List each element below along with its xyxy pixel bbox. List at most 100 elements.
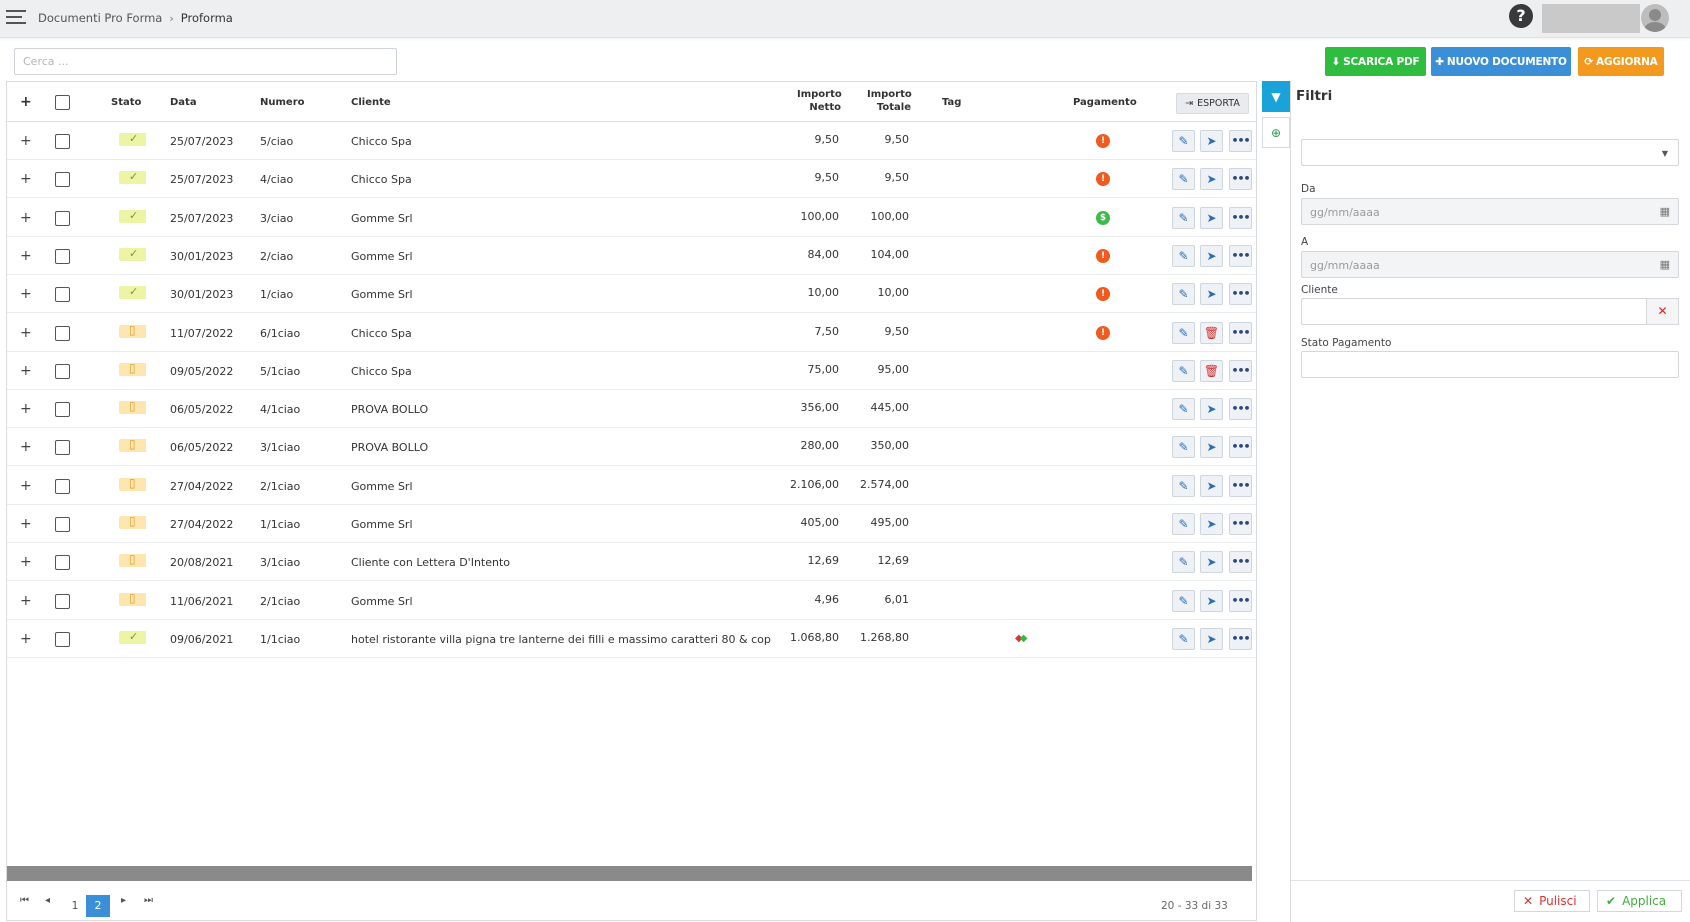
- calendar-icon[interactable]: ▦: [1660, 258, 1670, 271]
- table-row[interactable]: + ▯ 06/05/2022 4/1ciao PROVA BOLLO 356,00 445,…: [7, 390, 1256, 429]
- edit-button[interactable]: ✎: [1172, 627, 1195, 650]
- filter-a-input[interactable]: gg/mm/aaaa ▦: [1301, 251, 1679, 278]
- delete-button[interactable]: 🗑: [1200, 359, 1223, 382]
- edit-button[interactable]: ✎: [1172, 283, 1195, 306]
- delete-button[interactable]: 🗑: [1200, 321, 1223, 344]
- row-checkbox[interactable]: [55, 517, 70, 532]
- expand-row-icon[interactable]: +: [20, 363, 32, 379]
- expand-row-icon[interactable]: +: [20, 401, 32, 417]
- filter-da-input[interactable]: gg/mm/aaaa ▦: [1301, 198, 1679, 225]
- row-checkbox[interactable]: [55, 555, 70, 571]
- more-actions-button[interactable]: •••: [1229, 168, 1252, 191]
- first-page-icon[interactable]: ⏮: [20, 895, 29, 906]
- table-row[interactable]: + ✓ 25/07/2023 5/ciao Chicco Spa 9,50 9,50! ✎ ➤ •…: [7, 122, 1256, 160]
- table-row[interactable]: + ✓ 30/01/2023 1/ciao Gomme Srl 10,00 10,00! ✎ ➤…: [7, 275, 1256, 314]
- more-actions-button[interactable]: •••: [1229, 627, 1252, 650]
- send-button[interactable]: ➤: [1200, 474, 1223, 497]
- more-actions-button[interactable]: •••: [1229, 206, 1252, 229]
- row-checkbox[interactable]: [55, 440, 70, 456]
- row-checkbox[interactable]: [55, 172, 70, 188]
- filter-tab[interactable]: ▼: [1262, 81, 1290, 112]
- expand-row-icon[interactable]: +: [20, 325, 32, 341]
- more-actions-button[interactable]: •••: [1229, 436, 1252, 459]
- send-button[interactable]: ➤: [1200, 244, 1223, 267]
- expand-row-icon[interactable]: +: [20, 439, 32, 455]
- more-actions-button[interactable]: •••: [1229, 513, 1252, 535]
- row-checkbox[interactable]: [55, 478, 70, 494]
- edit-button[interactable]: ✎: [1172, 206, 1195, 229]
- send-button[interactable]: ➤: [1200, 283, 1223, 306]
- table-row[interactable]: + ✓ 09/06/2021 1/1ciao hotel ristorante vill…: [7, 620, 1256, 658]
- col-data[interactable]: Data: [170, 97, 197, 108]
- row-checkbox[interactable]: [55, 134, 70, 149]
- expand-row-icon[interactable]: +: [20, 133, 32, 149]
- row-checkbox[interactable]: [55, 248, 70, 264]
- edit-button[interactable]: ✎: [1172, 513, 1195, 535]
- select-all-checkbox[interactable]: [55, 95, 70, 110]
- table-row[interactable]: + ✓ 25/07/2023 4/ciao Chicco Spa 9,50 9,50! ✎ ➤ •…: [7, 160, 1256, 199]
- table-row[interactable]: + ▯ 20/08/2021 3/1ciao Cliente con Lettera D…: [7, 543, 1256, 582]
- expand-row-icon[interactable]: +: [20, 478, 32, 494]
- search-input[interactable]: [14, 48, 397, 75]
- more-actions-button[interactable]: •••: [1229, 398, 1252, 421]
- row-checkbox[interactable]: [55, 593, 70, 609]
- more-actions-button[interactable]: •••: [1229, 283, 1252, 306]
- expand-row-icon[interactable]: +: [20, 593, 32, 609]
- new-document-button[interactable]: ✚ NUOVO DOCUMENTO: [1431, 47, 1571, 76]
- more-actions-button[interactable]: •••: [1229, 474, 1252, 497]
- last-page-icon[interactable]: ⏭: [144, 895, 153, 906]
- tag-icon[interactable]: ◆◆: [1015, 633, 1027, 644]
- row-checkbox[interactable]: [55, 631, 70, 647]
- col-importo-netto[interactable]: Importo Netto: [797, 88, 842, 114]
- breadcrumb-item-documenti[interactable]: Documenti Pro Forma: [38, 11, 162, 25]
- more-actions-button[interactable]: •••: [1229, 589, 1252, 612]
- filter-stato-input[interactable]: [1301, 351, 1679, 378]
- col-importo-totale[interactable]: Importo Totale: [867, 88, 912, 114]
- edit-button[interactable]: ✎: [1172, 436, 1195, 459]
- send-button[interactable]: ➤: [1200, 436, 1223, 459]
- calendar-icon[interactable]: ▦: [1660, 205, 1670, 218]
- edit-button[interactable]: ✎: [1172, 551, 1195, 574]
- avatar[interactable]: [1641, 4, 1669, 32]
- table-row[interactable]: + ▯ 09/05/2022 5/1ciao Chicco Spa 75,00 95,00 ✎…: [7, 352, 1256, 390]
- expand-row-icon[interactable]: +: [20, 171, 32, 187]
- page-2-button[interactable]: 2: [86, 895, 110, 917]
- more-actions-button[interactable]: •••: [1229, 551, 1252, 574]
- globe-tab[interactable]: ⊕: [1262, 117, 1290, 148]
- col-numero[interactable]: Numero: [260, 97, 305, 108]
- col-pagamento[interactable]: Pagamento: [1073, 97, 1137, 108]
- row-checkbox[interactable]: [55, 325, 70, 341]
- edit-button[interactable]: ✎: [1172, 244, 1195, 267]
- expand-row-icon[interactable]: +: [20, 286, 32, 302]
- help-icon[interactable]: ?: [1509, 4, 1533, 28]
- edit-button[interactable]: ✎: [1172, 321, 1195, 344]
- table-row[interactable]: + ▯ 11/06/2021 2/1ciao Gomme Srl 4,96 6,01 ✎ ➤ ••…: [7, 582, 1256, 620]
- send-button[interactable]: ➤: [1200, 130, 1223, 152]
- row-checkbox[interactable]: [55, 402, 70, 418]
- send-button[interactable]: ➤: [1200, 551, 1223, 574]
- next-page-icon[interactable]: ▸: [121, 895, 126, 906]
- edit-button[interactable]: ✎: [1172, 474, 1195, 497]
- edit-button[interactable]: ✎: [1172, 398, 1195, 421]
- clear-filters-button[interactable]: ✕ Pulisci: [1514, 890, 1590, 912]
- send-button[interactable]: ➤: [1200, 398, 1223, 421]
- expand-row-icon[interactable]: +: [20, 516, 32, 532]
- col-stato[interactable]: Stato: [111, 97, 141, 108]
- row-checkbox[interactable]: [55, 210, 70, 226]
- send-button[interactable]: ➤: [1200, 206, 1223, 229]
- table-row[interactable]: + ▯ 27/04/2022 2/1ciao Gomme Srl 2.106,00 2.57…: [7, 467, 1256, 505]
- more-actions-button[interactable]: •••: [1229, 321, 1252, 344]
- send-button[interactable]: ➤: [1200, 627, 1223, 650]
- expand-all-icon[interactable]: +: [20, 94, 32, 110]
- export-button[interactable]: ⇥ ESPORTA: [1176, 93, 1249, 114]
- download-pdf-button[interactable]: ⬇ SCARICA PDF: [1325, 47, 1426, 76]
- more-actions-button[interactable]: •••: [1229, 244, 1252, 267]
- filter-cliente-input[interactable]: [1301, 298, 1647, 325]
- expand-row-icon[interactable]: +: [20, 554, 32, 570]
- filter-select[interactable]: ▼: [1301, 139, 1679, 166]
- menu-icon[interactable]: [6, 10, 26, 26]
- expand-row-icon[interactable]: +: [20, 631, 32, 647]
- expand-row-icon[interactable]: +: [20, 210, 32, 226]
- user-name-box[interactable]: [1542, 4, 1640, 33]
- send-button[interactable]: ➤: [1200, 168, 1223, 191]
